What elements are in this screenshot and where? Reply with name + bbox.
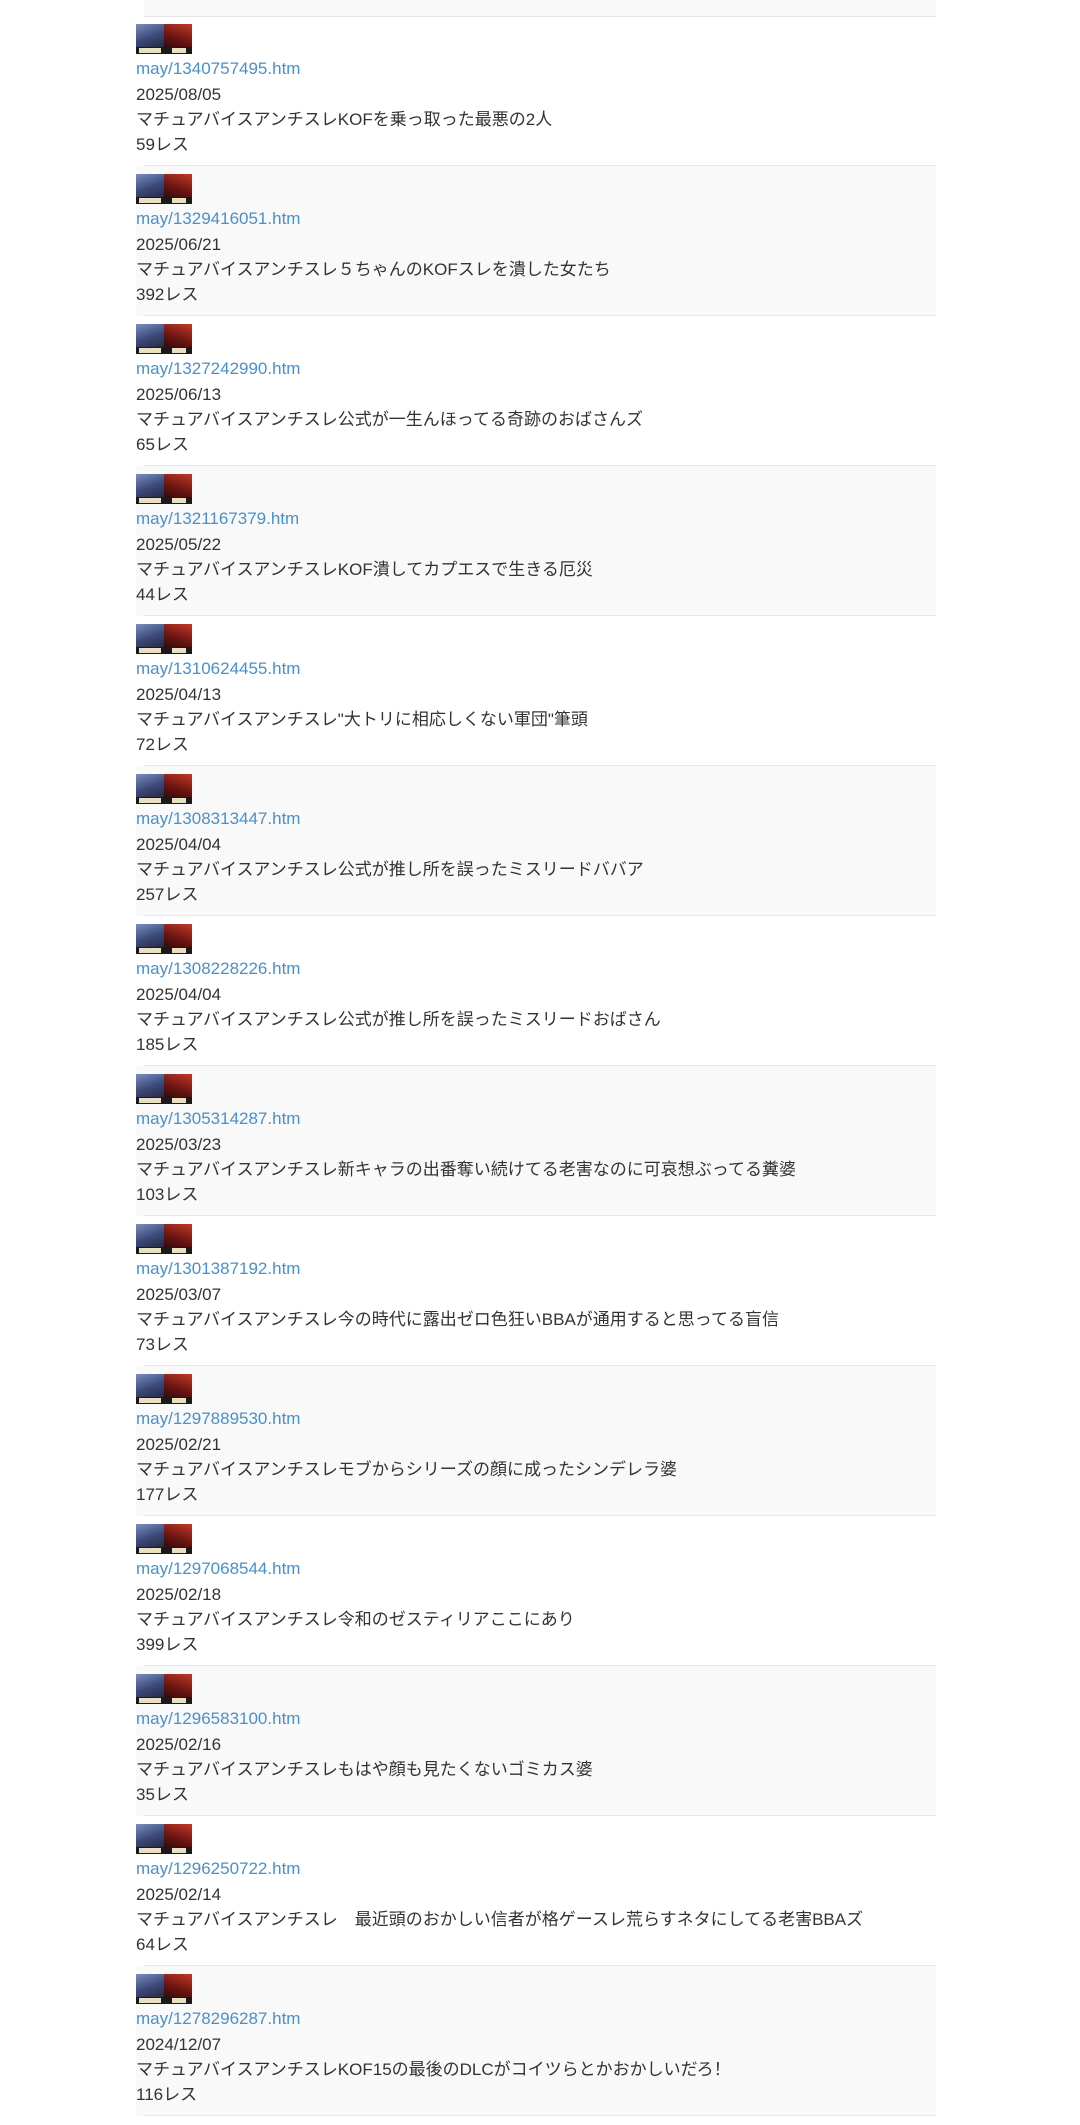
thread-thumbnail[interactable] <box>136 1374 192 1404</box>
thread-thumbnail[interactable] <box>136 624 192 654</box>
reply-count: 399レス <box>136 1635 199 1654</box>
thread-row: may/1296583100.htm 2025/02/16 マチュアバイスアンチスレ… <box>136 1666 936 1816</box>
thread-date: 2025/03/23 <box>136 1135 222 1154</box>
thread-date: 2025/04/13 <box>136 685 222 704</box>
thread-date: 2025/06/21 <box>136 235 222 254</box>
thread-link[interactable]: may/1321167379.htm <box>136 508 299 530</box>
thread-title: マチュアバイスアンチスレ今の時代に露出ゼロ色狂いBBAが通用すると思ってる盲信 <box>136 1310 779 1329</box>
thread-row: may/1329416051.htm 2025/06/21 マチュアバイスアンチスレ… <box>136 166 936 316</box>
reply-count: 72レス <box>136 735 189 754</box>
thread-title: マチュアバイスアンチスレモブからシリーズの顔に成ったシンデレラ婆 <box>136 1460 677 1479</box>
thread-link[interactable]: may/1329416051.htm <box>136 208 300 230</box>
thread-link[interactable]: may/1340757495.htm <box>136 58 300 80</box>
thread-date: 2025/04/04 <box>136 835 222 854</box>
thread-thumbnail[interactable] <box>136 1074 192 1104</box>
thread-title: マチュアバイスアンチスレKOFを乗っ取った最悪の2人 <box>136 110 553 129</box>
thread-row: may/1308313447.htm 2025/04/04 マチュアバイスアンチスレ… <box>136 766 936 916</box>
previous-row-stub <box>144 0 936 17</box>
thread-title: マチュアバイスアンチスレもはや顔も見たくないゴミカス婆 <box>136 1760 593 1779</box>
thread-row: may/1327242990.htm 2025/06/13 マチュアバイスアンチスレ… <box>136 316 936 466</box>
thread-date: 2025/05/22 <box>136 535 222 554</box>
reply-count: 73レス <box>136 1335 189 1354</box>
thread-row: may/1301387192.htm 2025/03/07 マチュアバイスアンチスレ… <box>136 1216 936 1366</box>
thread-date: 2025/02/14 <box>136 1885 222 1904</box>
thread-link[interactable]: may/1297889530.htm <box>136 1408 300 1430</box>
thread-date: 2025/04/04 <box>136 985 222 1004</box>
reply-count: 116レス <box>136 2085 198 2104</box>
thread-thumbnail[interactable] <box>136 1824 192 1854</box>
thread-link[interactable]: may/1327242990.htm <box>136 358 300 380</box>
thread-thumbnail[interactable] <box>136 1524 192 1554</box>
reply-count: 44レス <box>136 585 189 604</box>
thread-thumbnail[interactable] <box>136 474 192 504</box>
thread-row: may/1305314287.htm 2025/03/23 マチュアバイスアンチスレ… <box>136 1066 936 1216</box>
thread-title: マチュアバイスアンチスレ公式が一生んほってる奇跡のおばさんズ <box>136 410 643 429</box>
reply-count: 103レス <box>136 1185 199 1204</box>
thread-title: マチュアバイスアンチスレ"大トリに相応しくない軍団"筆頭 <box>136 710 588 729</box>
thread-date: 2025/02/18 <box>136 1585 222 1604</box>
reply-count: 185レス <box>136 1035 199 1054</box>
thread-title: マチュアバイスアンチスレ 最近頭のおかしい信者が格ゲースレ荒らすネタにしてる老害… <box>136 1910 864 1929</box>
thread-thumbnail[interactable] <box>136 924 192 954</box>
thread-date: 2025/08/05 <box>136 85 222 104</box>
thread-thumbnail[interactable] <box>136 774 192 804</box>
row-divider <box>144 2115 936 2116</box>
thread-link[interactable]: may/1310624455.htm <box>136 658 300 680</box>
thread-link[interactable]: may/1308228226.htm <box>136 958 300 980</box>
thread-row: may/1310624455.htm 2025/04/13 マチュアバイスアンチスレ… <box>136 616 936 766</box>
thread-date: 2024/12/07 <box>136 2035 222 2054</box>
thread-date: 2025/03/07 <box>136 1285 222 1304</box>
thread-title: マチュアバイスアンチスレ公式が推し所を誤ったミスリードババア <box>136 860 644 879</box>
thread-title: マチュアバイスアンチスレ令和のゼスティリアここにあり <box>136 1610 575 1629</box>
thread-link[interactable]: may/1308313447.htm <box>136 808 300 830</box>
thread-row: may/1308228226.htm 2025/04/04 マチュアバイスアンチスレ… <box>136 916 936 1066</box>
thread-row: may/1278296287.htm 2024/12/07 マチュアバイスアンチスレ… <box>136 1966 936 2116</box>
thread-title: マチュアバイスアンチスレ新キャラの出番奪い続けてる老害なのに可哀想ぶってる糞婆 <box>136 1160 796 1179</box>
thread-thumbnail[interactable] <box>136 24 192 54</box>
thread-thumbnail[interactable] <box>136 324 192 354</box>
thread-row: may/1297068544.htm 2025/02/18 マチュアバイスアンチスレ… <box>136 1516 936 1666</box>
thread-row: may/1340757495.htm 2025/08/05 マチュアバイスアンチスレ… <box>136 16 936 166</box>
reply-count: 65レス <box>136 435 189 454</box>
reply-count: 177レス <box>136 1485 199 1504</box>
thread-date: 2025/02/16 <box>136 1735 222 1754</box>
thread-thumbnail[interactable] <box>136 1674 192 1704</box>
thread-title: マチュアバイスアンチスレKOF15の最後のDLCがコイツらとかおかしいだろ！ <box>136 2060 731 2079</box>
thread-thumbnail[interactable] <box>136 1974 192 2004</box>
thread-thumbnail[interactable] <box>136 174 192 204</box>
reply-count: 35レス <box>136 1785 189 1804</box>
thread-link[interactable]: may/1305314287.htm <box>136 1108 300 1130</box>
reply-count: 59レス <box>136 135 189 154</box>
thread-link[interactable]: may/1296250722.htm <box>136 1858 300 1880</box>
thread-link[interactable]: may/1296583100.htm <box>136 1708 300 1730</box>
thread-row: may/1297889530.htm 2025/02/21 マチュアバイスアンチスレ… <box>136 1366 936 1516</box>
thread-link[interactable]: may/1278296287.htm <box>136 2008 300 2030</box>
thread-thumbnail[interactable] <box>136 1224 192 1254</box>
thread-row: may/1296250722.htm 2025/02/14 マチュアバイスアンチスレ… <box>136 1816 936 1966</box>
thread-row: may/1321167379.htm 2025/05/22 マチュアバイスアンチスレ… <box>136 466 936 616</box>
reply-count: 257レス <box>136 885 199 904</box>
thread-title: マチュアバイスアンチスレ５ちゃんのKOFスレを潰した女たち <box>136 260 611 279</box>
thread-title: マチュアバイスアンチスレKOF潰してカプエスで生きる厄災 <box>136 560 593 579</box>
thread-link[interactable]: may/1301387192.htm <box>136 1258 300 1280</box>
thread-date: 2025/02/21 <box>136 1435 222 1454</box>
thread-link[interactable]: may/1297068544.htm <box>136 1558 300 1580</box>
reply-count: 64レス <box>136 1935 189 1954</box>
thread-title: マチュアバイスアンチスレ公式が推し所を誤ったミスリードおばさん <box>136 1010 661 1029</box>
thread-date: 2025/06/13 <box>136 385 222 404</box>
reply-count: 392レス <box>136 285 199 304</box>
